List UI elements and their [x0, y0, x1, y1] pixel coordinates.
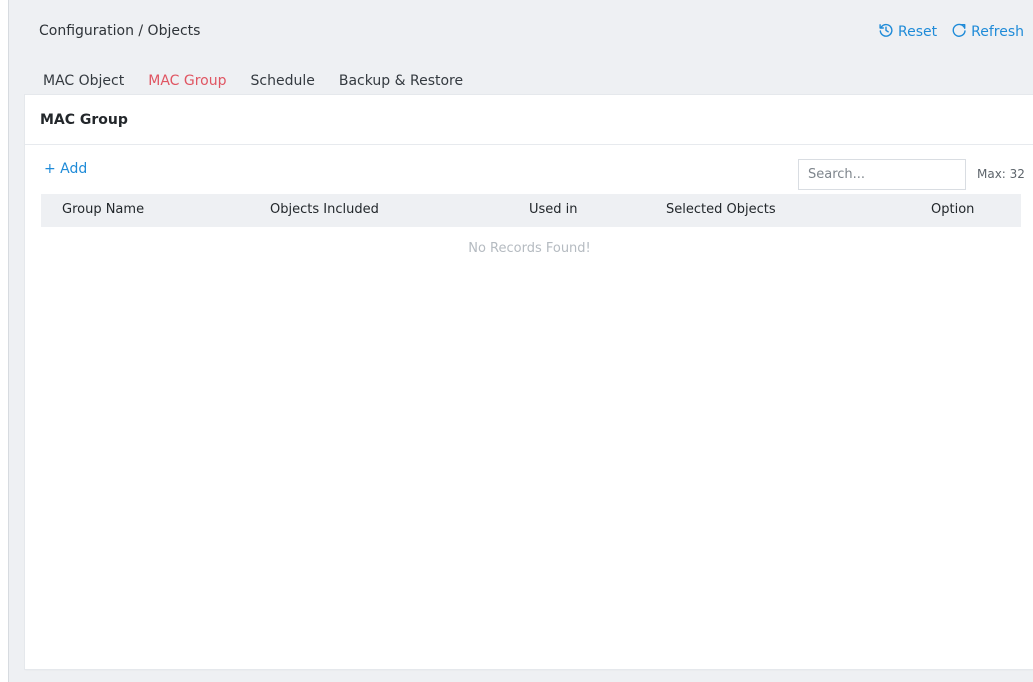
header-actions: Reset Refresh: [878, 22, 1024, 42]
tab-mac-group[interactable]: MAC Group: [136, 65, 239, 96]
column-selected-objects: Selected Objects: [666, 202, 776, 217]
empty-state-text: No Records Found!: [468, 241, 591, 256]
search-input[interactable]: Search...: [798, 159, 966, 190]
app: Configuration / Objects Reset Refresh MA…: [8, 0, 1033, 682]
tab-bar: MAC Object MAC Group Schedule Backup & R…: [31, 62, 475, 96]
tab-schedule[interactable]: Schedule: [239, 65, 327, 96]
panel-title: MAC Group: [25, 95, 1033, 145]
table-header: Group Name Objects Included Used in Sele…: [41, 194, 1021, 227]
tab-mac-object[interactable]: MAC Object: [31, 65, 136, 96]
column-group-name: Group Name: [62, 202, 145, 217]
top-bar: Configuration / Objects Reset Refresh MA…: [9, 0, 1033, 96]
breadcrumb: Configuration / Objects: [39, 23, 201, 39]
column-option: Option: [931, 202, 975, 217]
column-used-in: Used in: [529, 202, 578, 217]
max-count-label: Max: 32: [977, 167, 1025, 181]
reset-icon: [878, 22, 894, 42]
reset-label: Reset: [898, 24, 938, 40]
table-toolbar: + Add Search... Max: 32: [25, 146, 1033, 192]
content-panel: MAC Group + Add Search... Max: 32 Group …: [25, 95, 1033, 669]
refresh-label: Refresh: [971, 24, 1024, 40]
refresh-icon: [951, 22, 967, 42]
column-objects-included: Objects Included: [270, 202, 379, 217]
reset-button[interactable]: Reset: [878, 22, 937, 42]
main-shell: Configuration / Objects Reset Refresh MA…: [8, 0, 1033, 682]
tab-backup-restore[interactable]: Backup & Restore: [327, 65, 475, 96]
add-button[interactable]: + Add: [44, 161, 87, 177]
refresh-button[interactable]: Refresh: [951, 22, 1024, 42]
